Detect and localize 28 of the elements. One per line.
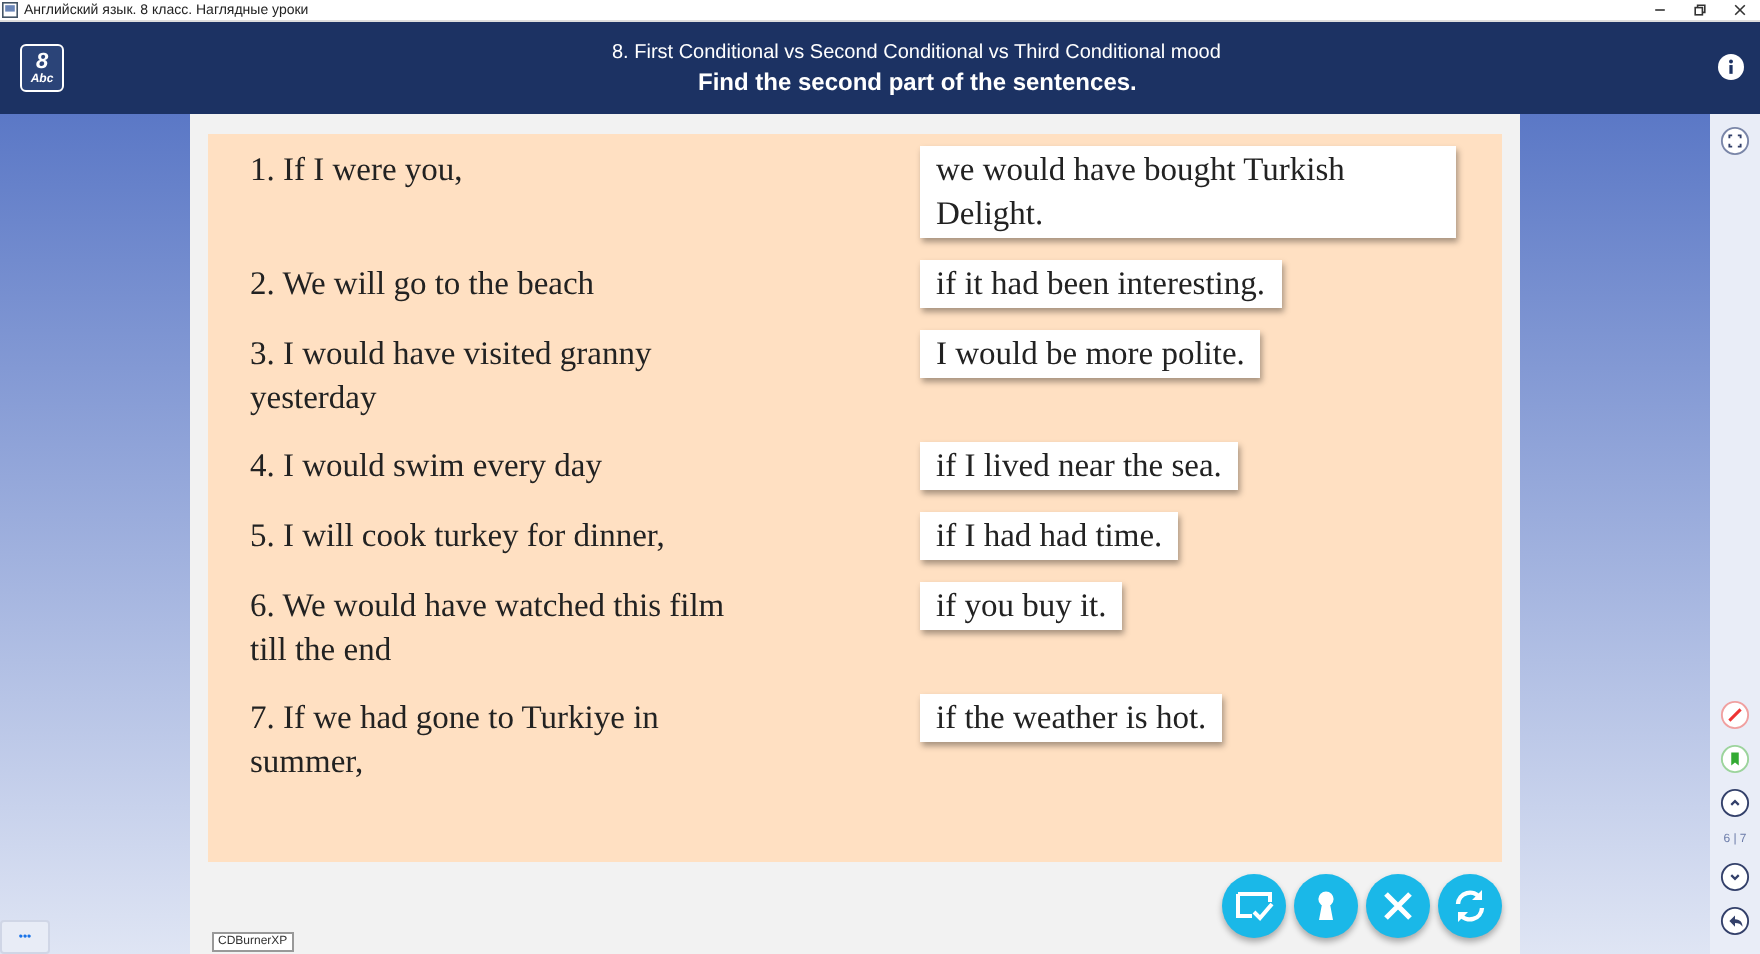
sentence-start: 7. If we had gone to Turkiye in summer, xyxy=(250,696,661,784)
restore-icon[interactable] xyxy=(1692,2,1708,18)
down-icon[interactable] xyxy=(1720,862,1750,892)
answer-card[interactable]: if I had had time. xyxy=(920,512,1179,560)
sentence-start: 6. We would have watched this film till the end xyxy=(250,584,727,672)
close-icon[interactable] xyxy=(1732,2,1748,18)
sentence-start: 4. I would swim every day xyxy=(250,444,604,488)
answer-card[interactable]: we would have bought Turkish Delight. xyxy=(920,146,1456,238)
answer-card[interactable]: if it had been interesting. xyxy=(920,260,1281,308)
answer-card[interactable]: if you buy it. xyxy=(920,582,1123,630)
refresh-icon xyxy=(1450,886,1490,926)
sentence-start: 2. We will go to the beach xyxy=(250,262,597,306)
back-icon[interactable] xyxy=(1720,906,1750,936)
answer-card[interactable]: I would be more polite. xyxy=(920,330,1261,378)
check-icon xyxy=(1234,886,1274,926)
fullscreen-icon[interactable] xyxy=(1720,126,1750,156)
answer-card[interactable]: if the weather is hot. xyxy=(920,694,1223,742)
up-icon[interactable] xyxy=(1720,788,1750,818)
lesson-title: 8. First Conditional vs Second Conditional vs Third Conditional mood xyxy=(612,41,1221,63)
pen-icon[interactable] xyxy=(1720,700,1750,730)
info-icon[interactable] xyxy=(1718,54,1744,80)
sentence-start: 1. If I were you, xyxy=(250,148,465,192)
check-button[interactable] xyxy=(1222,874,1286,938)
instruction-text: Find the second part of the sentences. xyxy=(698,67,1139,95)
sentence-start: 3. I would have visited granny yesterday xyxy=(250,332,654,420)
bookmark-icon[interactable] xyxy=(1720,744,1750,774)
sentence-start: 5. I will cook turkey for dinner, xyxy=(250,514,667,558)
answer-card[interactable]: if I lived near the sea. xyxy=(920,442,1238,490)
